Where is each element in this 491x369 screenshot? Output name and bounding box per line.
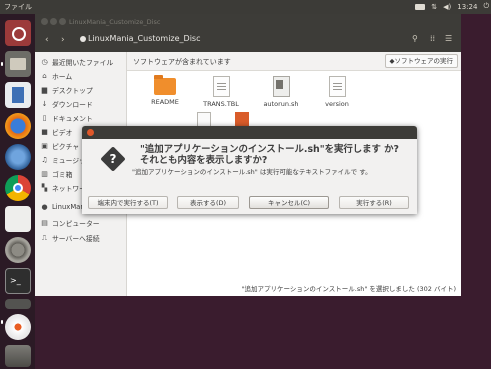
sidebar-item-connect-server[interactable]: ⎍ サーバーへ接続 [41,233,100,243]
sidebar-item-label: コンピューター [52,220,100,228]
minimize-icon[interactable] [50,18,57,25]
app-menu-title[interactable]: ファイル [4,2,32,12]
info-bar: ソフトウェアが含まれています ◆ソフトウェアの実行 [127,52,461,71]
text-file-icon [328,76,346,97]
close-icon[interactable] [87,129,94,136]
power-icon[interactable]: ⏻ [483,2,489,11]
status-text: "追加アプリケーションのインストール.sh" を選択しました (302 バイト) [241,285,456,293]
documents-icon: ▯ [42,113,47,122]
sidebar-item-label: デスクトップ [52,87,93,95]
forward-button[interactable]: › [61,35,65,45]
folder-icon [154,75,176,95]
dash-icon[interactable] [5,20,31,46]
sidebar-item-documents[interactable]: ▯ ドキュメント [41,113,93,123]
run-or-display-dialog: ? "追加アプリケーションのインストール.sh"を実行します か? それとも内容… [82,126,417,214]
desktop-icon: ▆ [41,85,48,94]
sidebar-item-trash[interactable]: ▥ ゴミ箱 [41,169,72,179]
back-button[interactable]: ‹ [45,35,49,45]
terminal-icon[interactable] [5,268,31,294]
network-icon: ▚ [41,183,48,192]
file-item-partial[interactable] [197,112,211,126]
sidebar-item-desktop[interactable]: ▆ デスクトップ [41,85,93,95]
file-item[interactable]: version [311,76,363,108]
question-icon: ? [109,152,117,166]
keyboard-icon[interactable] [415,4,426,10]
sidebar-item-videos[interactable]: ■ ビデオ [41,127,72,137]
video-icon: ■ [41,127,48,136]
server-icon: ⎍ [42,233,47,242]
dialog-title: "追加アプリケーションのインストール.sh"を実行します か? それとも内容を表… [140,144,399,166]
script-file-icon [272,76,290,97]
search-button[interactable]: ⚲ [412,34,418,43]
sidebar-item-label: ピクチャ [52,143,80,151]
run-in-terminal-button[interactable]: 端末内で実行する(T) [88,196,168,209]
text-file-icon [212,76,230,97]
cancel-button[interactable]: キャンセル(C) [249,196,329,209]
writer-icon[interactable] [5,82,31,108]
file-name: README [151,98,179,106]
download-icon: ↓ [41,99,48,108]
display-button[interactable]: 表示する(D) [177,196,239,209]
small-app-icon[interactable] [5,299,31,309]
firefox-icon[interactable] [5,113,31,139]
sidebar-item-home[interactable]: ⌂ ホーム [41,71,72,81]
sidebar-item-downloads[interactable]: ↓ ダウンロード [41,99,93,109]
computer-icon: ▤ [41,218,48,227]
window-title: LinuxMania_Customize_Disc [69,18,161,26]
dialog-message: "追加アプリケーションのインストール.sh" は実行可能なテキストファイルで す… [132,168,372,176]
file-name: TRANS.TBL [203,100,239,108]
system-tray: ⇅ ◀) 13:24 ⏻ [415,2,489,11]
trash-icon[interactable] [5,345,31,367]
path-bar-button[interactable]: LinuxMania_Customize_Disc [80,34,201,43]
network-icon[interactable]: ⇅ [431,3,437,11]
home-icon: ⌂ [42,71,47,80]
sidebar-item-recent[interactable]: ◷ 最近開いたファイル [41,57,113,67]
run-software-button[interactable]: ◆ソフトウェアの実行 [384,54,458,68]
file-name: version [325,100,349,108]
file-item-partial[interactable] [235,112,249,126]
volume-icon[interactable]: ◀) [443,3,451,11]
view-button[interactable]: ⁞⁞ [430,34,435,43]
file-name: autorun.sh [263,100,299,108]
music-icon: ♫ [41,155,48,164]
running-indicator [1,320,3,324]
info-message: ソフトウェアが含まれています [133,58,231,66]
dvd-icon[interactable] [5,314,31,340]
sidebar-item-computer[interactable]: ▤ コンピューター [41,218,100,228]
sidebar-item-label: ビデオ [52,129,73,137]
thunderbird-icon[interactable] [5,144,31,170]
clock[interactable]: 13:24 [457,3,477,11]
sidebar-item-label: サーバーへ接続 [52,235,100,243]
disc-icon: ● [41,202,48,211]
run-button[interactable]: 実行する(R) [339,196,409,209]
sidebar-item-label: ドキュメント [52,115,93,123]
files-icon[interactable] [5,51,31,77]
launcher [0,14,35,369]
sidebar-item-label: ホーム [52,73,73,81]
settings-icon[interactable] [5,237,31,263]
sidebar-item-label: ゴミ箱 [52,171,73,179]
file-item[interactable]: TRANS.TBL [195,76,247,108]
document-icon[interactable] [5,206,31,232]
status-bar: "追加アプリケーションのインストール.sh" を選択しました (302 バイト) [127,280,461,296]
menu-button[interactable]: ☰ [445,34,452,43]
toolbar: ‹ › LinuxMania_Customize_Disc ⚲ ⁞⁞ ☰ [35,30,461,52]
close-icon[interactable] [41,18,48,25]
file-item[interactable]: README [139,75,191,106]
clock-icon: ◷ [41,57,48,66]
dialog-titlebar[interactable] [82,126,417,139]
path-label: LinuxMania_Customize_Disc [88,34,201,43]
maximize-icon[interactable] [59,18,66,25]
top-panel: ファイル ⇅ ◀) 13:24 ⏻ [0,0,491,14]
sidebar-item-label: ダウンロード [52,101,93,109]
disc-icon [80,35,86,42]
chrome-icon[interactable] [5,175,31,201]
sidebar-item-pictures[interactable]: ▣ ピクチャ [41,141,79,151]
trash-icon: ▥ [41,169,48,178]
window-titlebar[interactable]: LinuxMania_Customize_Disc [35,14,461,30]
pictures-icon: ▣ [41,141,48,150]
running-indicator [1,62,3,66]
file-item[interactable]: autorun.sh [255,76,307,108]
sidebar-item-label: 最近開いたファイル [52,59,114,67]
